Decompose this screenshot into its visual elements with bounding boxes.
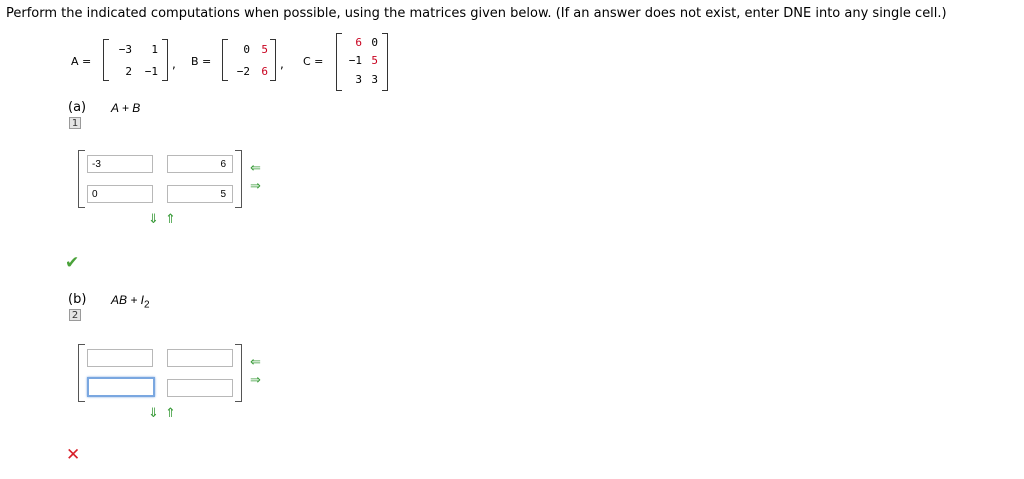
part-a-expression: A + B — [111, 101, 141, 115]
answer-a-right-bracket — [235, 150, 242, 208]
matrix-a-cell: −3 — [118, 43, 132, 56]
answer-a-left-bracket — [78, 150, 85, 208]
matrix-b-cell: 0 — [243, 43, 250, 56]
left-arrow-icon[interactable]: ⇐ — [250, 162, 261, 175]
answer-a-cell-r2c1[interactable] — [87, 185, 153, 203]
matrix-c-cell: 6 — [355, 36, 362, 49]
right-arrow-icon[interactable]: ⇒ — [250, 180, 261, 193]
answer-b-left-bracket — [78, 344, 85, 402]
part-b-expression: AB + I2 — [111, 293, 150, 310]
part-b-label: (b) — [68, 292, 87, 307]
left-arrow-icon[interactable]: ⇐ — [250, 356, 261, 369]
matrix-b-label: B = — [191, 55, 212, 68]
answer-a-cell-r2c2[interactable] — [167, 185, 233, 203]
separator-comma: , — [172, 57, 176, 71]
matrix-c-cell: 5 — [371, 54, 378, 67]
part-b-expression-subscript: 2 — [144, 299, 150, 311]
matrix-a-right-bracket — [162, 39, 168, 81]
separator-comma: , — [280, 57, 284, 71]
answer-b-cell-r2c2[interactable] — [167, 379, 233, 397]
part-a-label: (a) — [68, 100, 87, 115]
up-arrow-icon[interactable]: ⇑ — [165, 213, 176, 226]
right-arrow-icon[interactable]: ⇒ — [250, 374, 261, 387]
x-icon: ✕ — [66, 445, 81, 465]
part-b-number-badge: 2 — [69, 309, 81, 321]
answer-a-cell-r1c2[interactable] — [167, 155, 233, 173]
up-arrow-icon[interactable]: ⇑ — [165, 407, 176, 420]
answer-b-cell-r2c1[interactable] — [87, 377, 155, 397]
matrix-c-label: C = — [303, 55, 324, 68]
matrix-c-left-bracket — [336, 33, 342, 91]
matrix-b-cell: 5 — [261, 43, 268, 56]
matrix-b-right-bracket — [270, 39, 276, 81]
matrix-c-cell: 3 — [371, 73, 378, 86]
part-a-number-badge: 1 — [69, 117, 81, 129]
answer-a-cell-r1c1[interactable] — [87, 155, 153, 173]
answer-b-cell-r1c1[interactable] — [87, 349, 153, 367]
answer-b-cell-r1c2[interactable] — [167, 349, 233, 367]
matrix-a-label: A = — [71, 55, 92, 68]
part-b-expression-main: AB + I — [111, 293, 145, 307]
matrix-c-cell: 0 — [371, 36, 378, 49]
matrix-c-cell: −1 — [348, 54, 362, 67]
matrix-c-right-bracket — [382, 33, 388, 91]
matrix-c-cell: 3 — [355, 73, 362, 86]
down-arrow-icon[interactable]: ⇓ — [148, 407, 159, 420]
matrix-a-cell: −1 — [144, 65, 158, 78]
down-arrow-icon[interactable]: ⇓ — [148, 213, 159, 226]
matrix-b-cell: −2 — [236, 65, 250, 78]
answer-b-right-bracket — [235, 344, 242, 402]
matrix-b-left-bracket — [222, 39, 228, 81]
matrix-a-cell: 1 — [151, 43, 158, 56]
matrix-a-left-bracket — [103, 39, 109, 81]
check-icon: ✔ — [65, 253, 80, 273]
instructions-text: Perform the indicated computations when … — [6, 6, 947, 21]
matrix-b-cell: 6 — [261, 65, 268, 78]
matrix-a-cell: 2 — [125, 65, 132, 78]
